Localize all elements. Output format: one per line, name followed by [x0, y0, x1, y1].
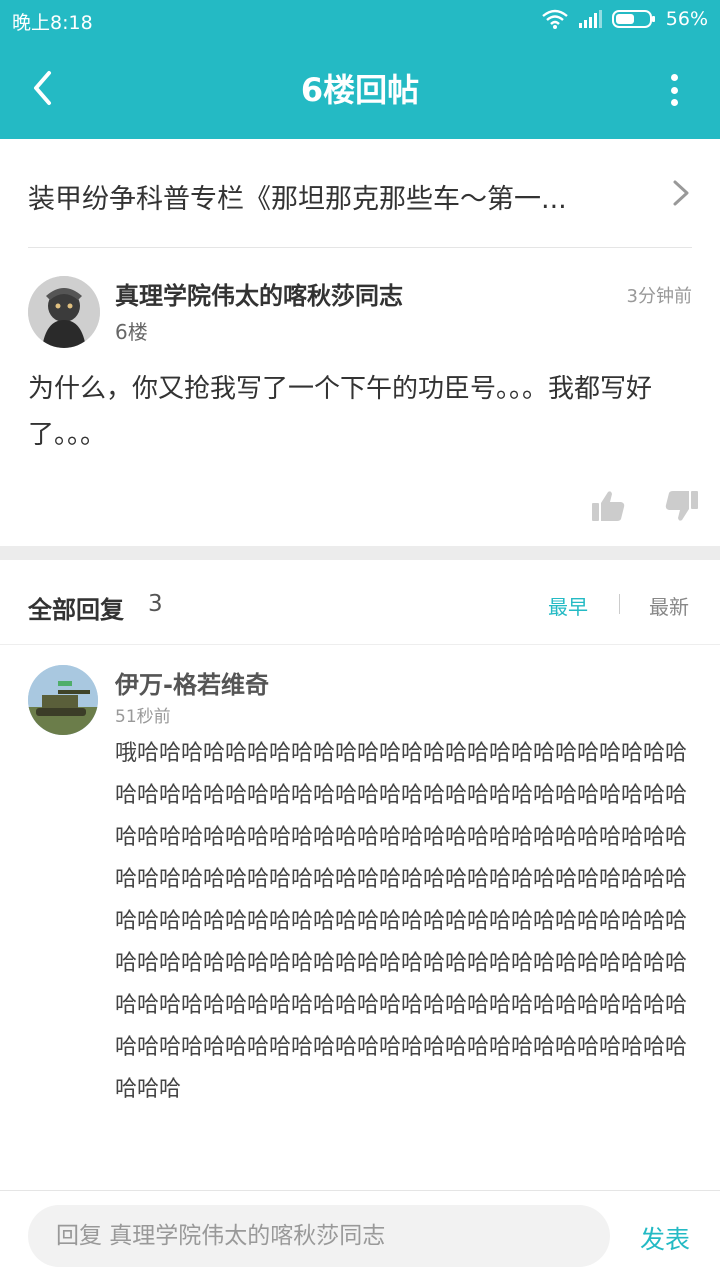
wifi-icon [541, 9, 568, 29]
sort-latest-button[interactable]: 最新 [649, 591, 689, 620]
battery-icon [611, 10, 655, 28]
post-time: 3分钟前 [626, 286, 692, 307]
replies-title: 全部回复 [28, 596, 124, 624]
page-title: 6楼回帖 [300, 71, 420, 109]
sort-separator [619, 594, 620, 614]
reply-content: 哦哈哈哈哈哈哈哈哈哈哈哈哈哈哈哈哈哈哈哈哈哈哈哈哈哈哈哈哈哈哈哈哈哈哈哈哈哈哈哈… [115, 741, 688, 1102]
sort-earliest-button[interactable]: 最早 [548, 591, 588, 620]
replies-header: 全部回复 3 最早 最新 [0, 560, 720, 645]
post: 真理学院伟太的喀秋莎同志 3分钟前 6楼 为什么，你又抢我写了一个下午的功臣号。… [0, 248, 720, 546]
replies-count: 3 [148, 591, 163, 617]
status-icons: 56% [541, 8, 708, 30]
thread-title: 装甲纷争科普专栏《那坦那克那些车～第一... [28, 184, 567, 215]
reply-author[interactable]: 伊万-格若维奇 [115, 665, 269, 700]
like-button[interactable] [590, 488, 626, 524]
reply-footer: 发表 [0, 1190, 720, 1280]
section-divider [0, 546, 720, 560]
thumbs-up-icon [592, 491, 625, 521]
avatar[interactable] [28, 665, 98, 735]
title-bar: 6楼回帖 [0, 38, 720, 139]
thumbs-down-icon [665, 491, 698, 521]
post-author[interactable]: 真理学院伟太的喀秋莎同志 [115, 276, 403, 311]
more-vertical-icon [670, 74, 678, 106]
reply-time: 51秒前 [115, 707, 171, 727]
submit-button[interactable]: 发表 [640, 1220, 690, 1256]
reply-item: 伊万-格若维奇 51秒前 哦哈哈哈哈哈哈哈哈哈哈哈哈哈哈哈哈哈哈哈哈哈哈哈哈哈哈… [0, 645, 720, 1190]
app-header: 晚上8:18 56% 6楼回帖 [0, 0, 720, 139]
post-floor: 6楼 [115, 320, 148, 344]
battery-percent: 56% [665, 8, 708, 30]
reply-input[interactable] [28, 1205, 610, 1267]
status-bar: 晚上8:18 56% [0, 0, 720, 38]
dislike-button[interactable] [664, 488, 700, 524]
chevron-right-icon [673, 180, 689, 206]
post-content: 为什么，你又抢我写了一个下午的功臣号。。。我都写好了。。。 [28, 374, 653, 450]
signal-icon [578, 10, 602, 28]
thread-link[interactable]: 装甲纷争科普专栏《那坦那克那些车～第一... [0, 139, 720, 248]
avatar[interactable] [28, 276, 100, 348]
status-time: 晚上8:18 [12, 12, 93, 34]
more-options-button[interactable] [664, 70, 684, 110]
